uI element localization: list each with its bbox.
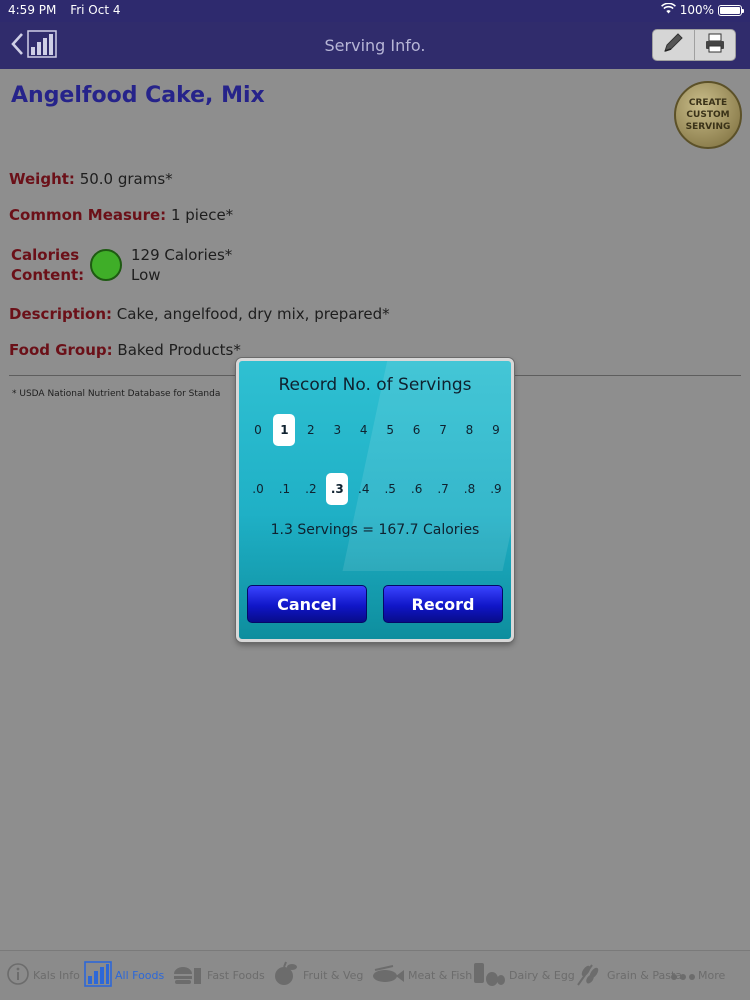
status-time: 4:59 PM [8,3,57,17]
wifi-icon [660,2,676,17]
calories-content-label: Calories Content: [11,246,85,284]
tab-label: All Foods [115,969,165,982]
tab-dairy-egg[interactable]: Dairy & Egg [470,951,575,1000]
fish-icon [371,962,405,990]
tab-grain-pasta[interactable]: Grain & Pasta [572,951,682,1000]
tab-label: Kals Info [33,969,80,982]
fast-food-icon [172,962,204,990]
info-icon [6,962,30,990]
whole-digit-0[interactable]: 0 [247,414,269,446]
food-name: Angelfood Cake, Mix [11,83,265,108]
fraction-digit-9[interactable]: .9 [485,473,507,505]
whole-digit-6[interactable]: 6 [406,414,428,446]
tab-fruit-veg[interactable]: Fruit & Veg [270,951,369,1000]
fraction-digit-0[interactable]: .0 [247,473,269,505]
tab-kals-info[interactable]: Kals Info [0,951,82,1000]
whole-digit-5[interactable]: 5 [379,414,401,446]
cancel-button[interactable]: Cancel [247,585,367,623]
dialog-title: Record No. of Servings [278,375,472,395]
tab-fast-foods[interactable]: Fast Foods [170,951,270,1000]
fraction-digit-5[interactable]: .5 [379,473,401,505]
calorie-level-indicator [90,249,122,281]
description-value: Cake, angelfood, dry mix, prepared* [116,305,390,323]
food-group-value: Baked Products* [117,341,241,359]
create-custom-serving-button[interactable]: CREATE CUSTOM SERVING [674,81,742,149]
common-measure-row: Common Measure: 1 piece* [9,206,233,224]
battery-percent: 100% [679,3,714,17]
fraction-digit-6[interactable]: .6 [406,473,428,505]
tab-label: Fruit & Veg [303,969,364,982]
tab-meat-fish[interactable]: Meat & Fish [369,951,473,1000]
food-group-row: Food Group: Baked Products* [9,341,241,359]
servings-summary: 1.3 Servings = 167.7 Calories [270,522,480,538]
toolbar-segment [652,29,736,61]
tab-label: More [698,969,726,982]
usda-footnote: * USDA National Nutrient Database for St… [12,389,221,399]
calories-value: 129 Calories* Low [131,246,233,284]
fraction-digit-3[interactable]: .3 [326,473,349,505]
calorie-level-text: Low [131,266,161,284]
whole-digit-8[interactable]: 8 [459,414,481,446]
navigation-bar: Serving Info. [0,22,750,69]
whole-digit-9[interactable]: 9 [485,414,507,446]
whole-servings-picker: 0123456789 [247,414,507,446]
weight-row: Weight: 50.0 grams* [9,170,173,188]
tab-label: Dairy & Egg [509,969,575,982]
status-date: Fri Oct 4 [70,3,121,17]
status-bar: 4:59 PM Fri Oct 4 100% [0,0,750,22]
fraction-digit-8[interactable]: .8 [459,473,481,505]
edit-button[interactable] [653,30,694,60]
pencil-icon [662,32,684,58]
whole-digit-7[interactable]: 7 [432,414,454,446]
back-button[interactable] [10,30,62,62]
fraction-digit-1[interactable]: .1 [273,473,295,505]
fraction-digit-7[interactable]: .7 [432,473,454,505]
tab-more[interactable]: More [669,951,750,1000]
tab-all-foods[interactable]: All Foods [82,951,170,1000]
bar-chart-icon [84,960,112,991]
description-label: Description: [9,305,113,323]
whole-digit-4[interactable]: 4 [353,414,375,446]
record-button[interactable]: Record [383,585,503,623]
chevron-left-icon [10,32,24,60]
battery-icon [718,4,744,16]
weight-label: Weight: [9,170,75,188]
whole-digit-2[interactable]: 2 [300,414,322,446]
grain-icon [574,961,604,991]
bar-chart-icon [27,30,57,62]
printer-icon [704,32,726,58]
weight-value: 50.0 grams* [79,170,173,188]
tab-bar: Kals Info All Foods Fast Foods Fruit & Veg M… [0,950,750,1000]
more-icon [671,966,695,985]
fraction-digit-2[interactable]: .2 [300,473,322,505]
fraction-digit-4[interactable]: .4 [353,473,375,505]
description-row: Description: Cake, angelfood, dry mix, p… [9,305,390,323]
food-group-label: Food Group: [9,341,113,359]
page-title: Serving Info. [324,36,426,55]
fraction-servings-picker: .0.1.2.3.4.5.6.7.8.9 [247,473,507,505]
common-measure-label: Common Measure: [9,206,167,224]
whole-digit-3[interactable]: 3 [326,414,348,446]
dairy-icon [472,961,506,991]
tab-label: Meat & Fish [408,969,473,982]
fruit-icon [272,961,300,991]
tab-label: Fast Foods [207,969,265,982]
print-button[interactable] [693,30,736,60]
common-measure-value: 1 piece* [170,206,234,224]
record-servings-dialog: Record No. of Servings 0123456789 .0.1.2… [236,358,514,642]
whole-digit-1[interactable]: 1 [273,414,296,446]
